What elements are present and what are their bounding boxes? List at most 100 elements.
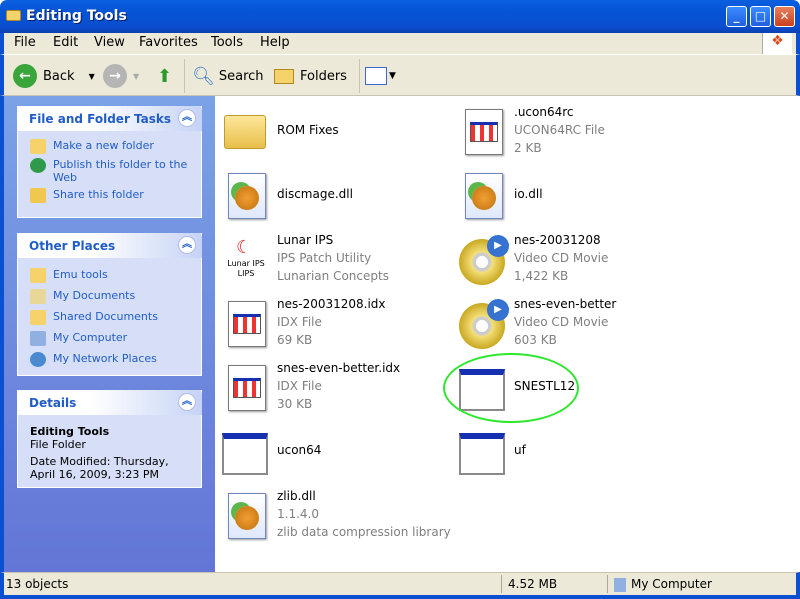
- publish-folder-link[interactable]: Publish this folder to the Web: [18, 156, 201, 186]
- application-window-icon: [220, 427, 272, 479]
- detail-name: Editing Tools: [30, 425, 110, 438]
- file-detail: 1,422 KB: [514, 269, 569, 283]
- search-icon: 🔍︎: [192, 65, 215, 87]
- document-icon: [457, 107, 509, 159]
- back-label: Back: [43, 68, 75, 84]
- file-name: io.dll: [514, 187, 543, 201]
- make-new-folder-link[interactable]: Make a new folder: [18, 137, 201, 156]
- folder-icon: [30, 268, 46, 283]
- file-detail: 603 KB: [514, 333, 557, 347]
- collapse-icon[interactable]: ︽: [178, 236, 196, 254]
- my-network-places-link[interactable]: My Network Places: [18, 349, 201, 370]
- folder-icon: [6, 10, 21, 21]
- forward-arrow-icon: →: [103, 64, 127, 88]
- file-item[interactable]: nes-20031208.idx IDX File 69 KB: [220, 295, 460, 355]
- file-detail: Lunarian Concepts: [277, 269, 389, 283]
- menu-edit[interactable]: Edit: [53, 35, 78, 50]
- menu-bar: File Edit View Favorites Tools Help ❖: [0, 33, 800, 54]
- shared-documents-link[interactable]: Shared Documents: [18, 307, 201, 328]
- new-folder-icon: [30, 139, 46, 154]
- menu-view[interactable]: View: [94, 35, 125, 50]
- file-item[interactable]: io.dll: [457, 167, 697, 227]
- file-name: discmage.dll: [277, 187, 353, 201]
- file-name: ucon64: [277, 443, 322, 457]
- folders-button[interactable]: Folders: [274, 63, 347, 89]
- details-panel: Details ︽ Editing Tools File Folder Date …: [17, 390, 202, 488]
- dll-gear-icon: [457, 171, 509, 223]
- back-arrow-icon: ←: [13, 64, 37, 88]
- file-detail: IPS Patch Utility: [277, 251, 372, 265]
- toolbar: ← Back ▼ → ▼ ⬆ 🔍︎ Search Folders ▼: [0, 54, 800, 96]
- computer-icon: [30, 331, 46, 346]
- file-item[interactable]: nes-20031208 Video CD Movie 1,422 KB: [457, 231, 697, 291]
- computer-icon: [614, 578, 626, 592]
- file-detail: Video CD Movie: [514, 315, 609, 329]
- file-name: ROM Fixes: [277, 123, 339, 137]
- file-detail: 69 KB: [277, 333, 313, 347]
- dll-gear-icon: [220, 491, 272, 543]
- my-computer-link[interactable]: My Computer: [18, 328, 201, 349]
- network-icon: [30, 352, 46, 367]
- collapse-icon[interactable]: ︽: [178, 109, 196, 127]
- file-item[interactable]: snes-even-better.idx IDX File 30 KB: [220, 359, 460, 419]
- forward-button[interactable]: → ▼: [103, 63, 139, 89]
- title-bar: Editing Tools _ □ ✕: [0, 0, 800, 33]
- menu-help[interactable]: Help: [260, 35, 290, 50]
- video-cd-icon: [457, 235, 509, 287]
- collapse-icon[interactable]: ︽: [178, 393, 196, 411]
- back-button[interactable]: ← Back ▼: [13, 63, 95, 89]
- up-folder-button[interactable]: ⬆: [157, 63, 172, 89]
- file-detail: 2 KB: [514, 141, 542, 155]
- file-detail: IDX File: [277, 379, 322, 393]
- documents-icon: [30, 289, 46, 304]
- task-pane: File and Folder Tasks ︽ Make a new folder…: [0, 96, 215, 572]
- menu-file[interactable]: File: [14, 35, 36, 50]
- file-item[interactable]: SNESTL12: [457, 359, 697, 419]
- application-window-icon: [457, 427, 509, 479]
- detail-type: File Folder: [30, 438, 86, 451]
- status-bar: 13 objects 4.52 MB My Computer: [0, 572, 800, 599]
- file-list: ROM Fixes .ucon64rc UCON64RC File 2 KB discm…: [215, 96, 796, 572]
- document-icon: [220, 363, 272, 415]
- dll-gear-icon: [220, 171, 272, 223]
- share-folder-link[interactable]: Share this folder: [18, 186, 201, 205]
- minimize-button[interactable]: _: [726, 6, 747, 27]
- file-item[interactable]: uf: [457, 423, 697, 483]
- globe-icon: [30, 158, 46, 173]
- emu-tools-link[interactable]: Emu tools: [18, 265, 201, 286]
- folders-label: Folders: [300, 68, 347, 84]
- application-window-icon: [457, 363, 509, 415]
- file-detail: Video CD Movie: [514, 251, 609, 265]
- file-item[interactable]: ROM Fixes: [220, 103, 460, 163]
- menu-favorites[interactable]: Favorites: [139, 35, 198, 50]
- file-item[interactable]: snes-even-better Video CD Movie 603 KB: [457, 295, 697, 355]
- file-item[interactable]: .ucon64rc UCON64RC File 2 KB: [457, 103, 697, 163]
- panel-title: Other Places: [29, 239, 116, 253]
- lunar-ips-icon: ☾ Lunar IPS LIPS: [227, 237, 265, 278]
- close-button[interactable]: ✕: [774, 6, 795, 27]
- search-button[interactable]: 🔍︎ Search: [192, 63, 264, 89]
- file-detail: UCON64RC File: [514, 123, 605, 137]
- file-name: .ucon64rc: [514, 105, 574, 119]
- file-item[interactable]: discmage.dll: [220, 167, 460, 227]
- other-places-panel: Other Places ︽ Emu tools My Documents Sha…: [17, 233, 202, 376]
- search-label: Search: [218, 68, 264, 84]
- views-button[interactable]: ▼: [365, 63, 396, 89]
- file-detail: IDX File: [277, 315, 322, 329]
- views-icon: [365, 67, 387, 85]
- file-folder-tasks-panel: File and Folder Tasks ︽ Make a new folder…: [17, 106, 202, 218]
- file-name: nes-20031208: [514, 233, 601, 247]
- document-icon: [220, 299, 272, 351]
- location: My Computer: [631, 577, 712, 591]
- panel-title: File and Folder Tasks: [29, 112, 172, 126]
- menu-tools[interactable]: Tools: [211, 35, 243, 50]
- file-item[interactable]: ☾ Lunar IPS LIPS Lunar IPS IPS Patch Utility…: [220, 231, 460, 291]
- file-item[interactable]: ucon64: [220, 423, 460, 483]
- window-title: Editing Tools: [26, 8, 127, 24]
- maximize-button[interactable]: □: [750, 6, 771, 27]
- folder-icon: [30, 310, 46, 325]
- file-name: Lunar IPS: [277, 233, 334, 247]
- folders-icon: [274, 68, 294, 84]
- file-item[interactable]: zlib.dll 1.1.4.0 zlib data compression lib…: [220, 487, 460, 547]
- my-documents-link[interactable]: My Documents: [18, 286, 201, 307]
